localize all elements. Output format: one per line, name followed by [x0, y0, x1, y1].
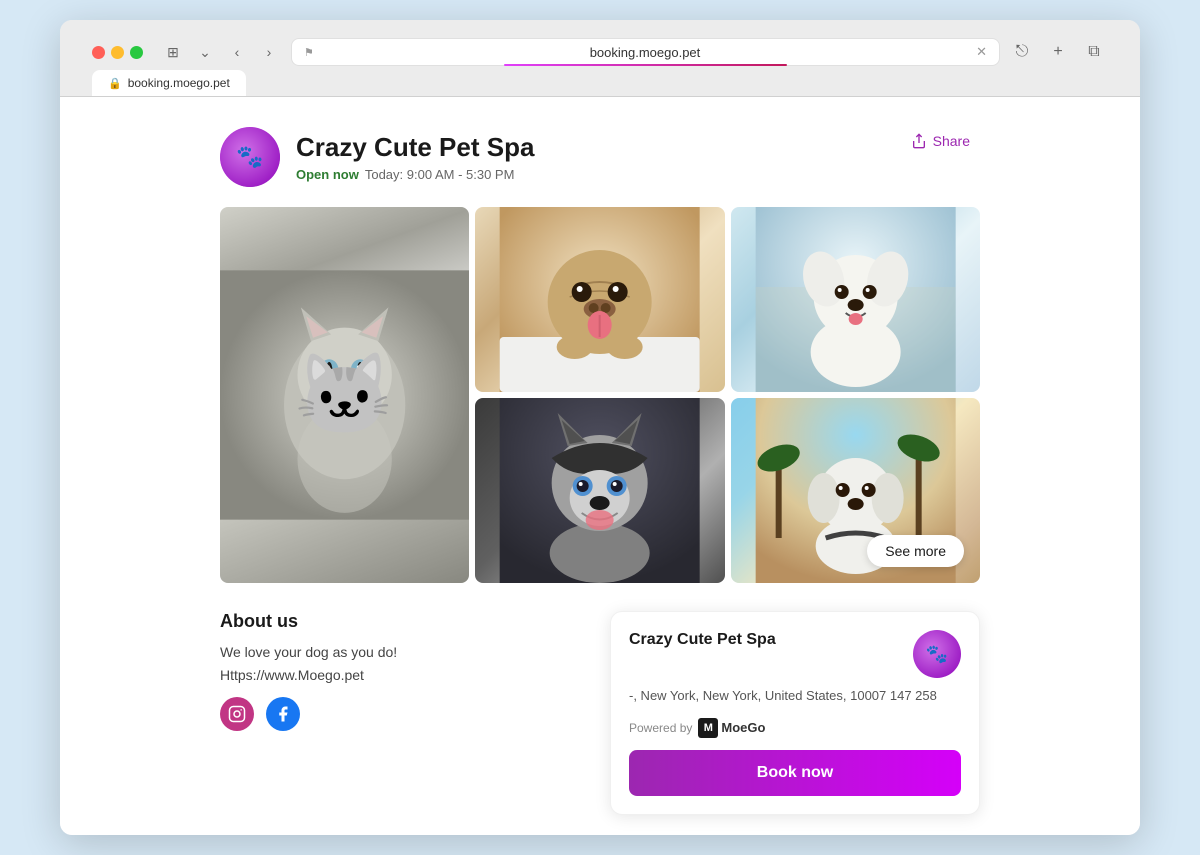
book-now-button[interactable]: Book now	[629, 750, 961, 796]
moego-brand: MoeGo	[721, 720, 765, 735]
business-card-header: Crazy Cute Pet Spa 🐾	[629, 630, 961, 678]
spa-status: Open now Today: 9:00 AM - 5:30 PM	[296, 167, 534, 182]
spa-name: Crazy Cute Pet Spa	[296, 132, 534, 163]
business-card-address: -, New York, New York, United States, 10…	[629, 686, 961, 706]
business-hours: Today: 9:00 AM - 5:30 PM	[365, 167, 515, 182]
page-container: 🐾 Crazy Cute Pet Spa Open now Today: 9:0…	[200, 97, 1000, 835]
cat-photo	[220, 207, 469, 583]
about-section: About us We love your dog as you do! Htt…	[220, 611, 590, 731]
browser-window: ⊞ ⌄ ‹ › ⚑ booking.moego.pet ✕ ⎋ + ⧉ 🔒	[60, 20, 1140, 835]
photo-gallery: See more	[220, 207, 980, 583]
gallery-husky-photo[interactable]	[475, 398, 724, 583]
lock-icon: ⚑	[304, 46, 314, 59]
about-title: About us	[220, 611, 590, 632]
instagram-icon[interactable]	[220, 697, 254, 731]
business-card-logo: 🐾	[913, 630, 961, 678]
tab-favicon: 🔒	[108, 77, 122, 90]
bottom-section: About us We love your dog as you do! Htt…	[220, 611, 980, 815]
clear-url-button[interactable]: ✕	[976, 44, 987, 60]
spa-header: 🐾 Crazy Cute Pet Spa Open now Today: 9:0…	[220, 127, 980, 187]
see-more-label: See more	[885, 543, 946, 559]
active-tab[interactable]: 🔒 booking.moego.pet	[92, 70, 246, 96]
url-text: booking.moego.pet	[320, 45, 970, 60]
about-website: Https://www.Moego.pet	[220, 667, 590, 683]
husky-svg	[475, 398, 724, 583]
pug-svg	[475, 207, 724, 392]
tab-title: booking.moego.pet	[128, 76, 230, 90]
address-bar[interactable]: ⚑ booking.moego.pet ✕	[291, 38, 1000, 66]
gallery-pug-photo[interactable]	[475, 207, 724, 392]
gallery-small-dog-photo[interactable]: See more	[731, 398, 980, 583]
tabs-overview-button[interactable]: ⧉	[1080, 38, 1108, 66]
maximize-window-button[interactable]	[130, 46, 143, 59]
share-button[interactable]: Share	[901, 127, 980, 155]
forward-button[interactable]: ›	[255, 38, 283, 66]
powered-by-text: Powered by	[629, 721, 692, 735]
browser-tabs: 🔒 booking.moego.pet	[76, 66, 1124, 96]
share-toolbar-button[interactable]: ⎋	[1008, 38, 1036, 66]
close-window-button[interactable]	[92, 46, 105, 59]
sidebar-toggle-button[interactable]: ⊞	[159, 38, 187, 66]
browser-toolbar-right: ⎋ + ⧉	[1008, 38, 1108, 66]
share-label: Share	[933, 133, 970, 149]
social-icons	[220, 697, 590, 731]
new-tab-button[interactable]: +	[1044, 38, 1072, 66]
traffic-lights	[92, 46, 143, 59]
about-description: We love your dog as you do!	[220, 642, 590, 663]
cat-svg	[220, 207, 469, 583]
browser-nav-controls: ⊞ ⌄ ‹ ›	[159, 38, 283, 66]
white-dog-svg	[731, 207, 980, 392]
see-more-button[interactable]: See more	[867, 535, 964, 567]
spa-info: 🐾 Crazy Cute Pet Spa Open now Today: 9:0…	[220, 127, 534, 187]
book-now-label: Book now	[757, 764, 833, 781]
facebook-icon[interactable]	[266, 697, 300, 731]
browser-content: 🐾 Crazy Cute Pet Spa Open now Today: 9:0…	[60, 97, 1140, 835]
back-button[interactable]: ‹	[223, 38, 251, 66]
browser-titlebar: ⊞ ⌄ ‹ › ⚑ booking.moego.pet ✕ ⎋ + ⧉ 🔒	[60, 20, 1140, 97]
minimize-window-button[interactable]	[111, 46, 124, 59]
moego-m-icon: M	[698, 718, 718, 738]
browser-chevron-down-icon[interactable]: ⌄	[191, 38, 219, 66]
spa-logo: 🐾	[220, 127, 280, 187]
business-card-name: Crazy Cute Pet Spa	[629, 630, 776, 651]
gallery-main-photo[interactable]	[220, 207, 469, 583]
gallery-white-dog-photo[interactable]	[731, 207, 980, 392]
spa-name-block: Crazy Cute Pet Spa Open now Today: 9:00 …	[296, 132, 534, 182]
open-status: Open now	[296, 167, 359, 182]
share-icon	[911, 133, 927, 149]
powered-by: Powered by M MoeGo	[629, 718, 961, 738]
business-card: Crazy Cute Pet Spa 🐾 -, New York, New Yo…	[610, 611, 980, 815]
logo-inner: 🐾	[220, 127, 280, 187]
moego-logo: M MoeGo	[698, 718, 765, 738]
